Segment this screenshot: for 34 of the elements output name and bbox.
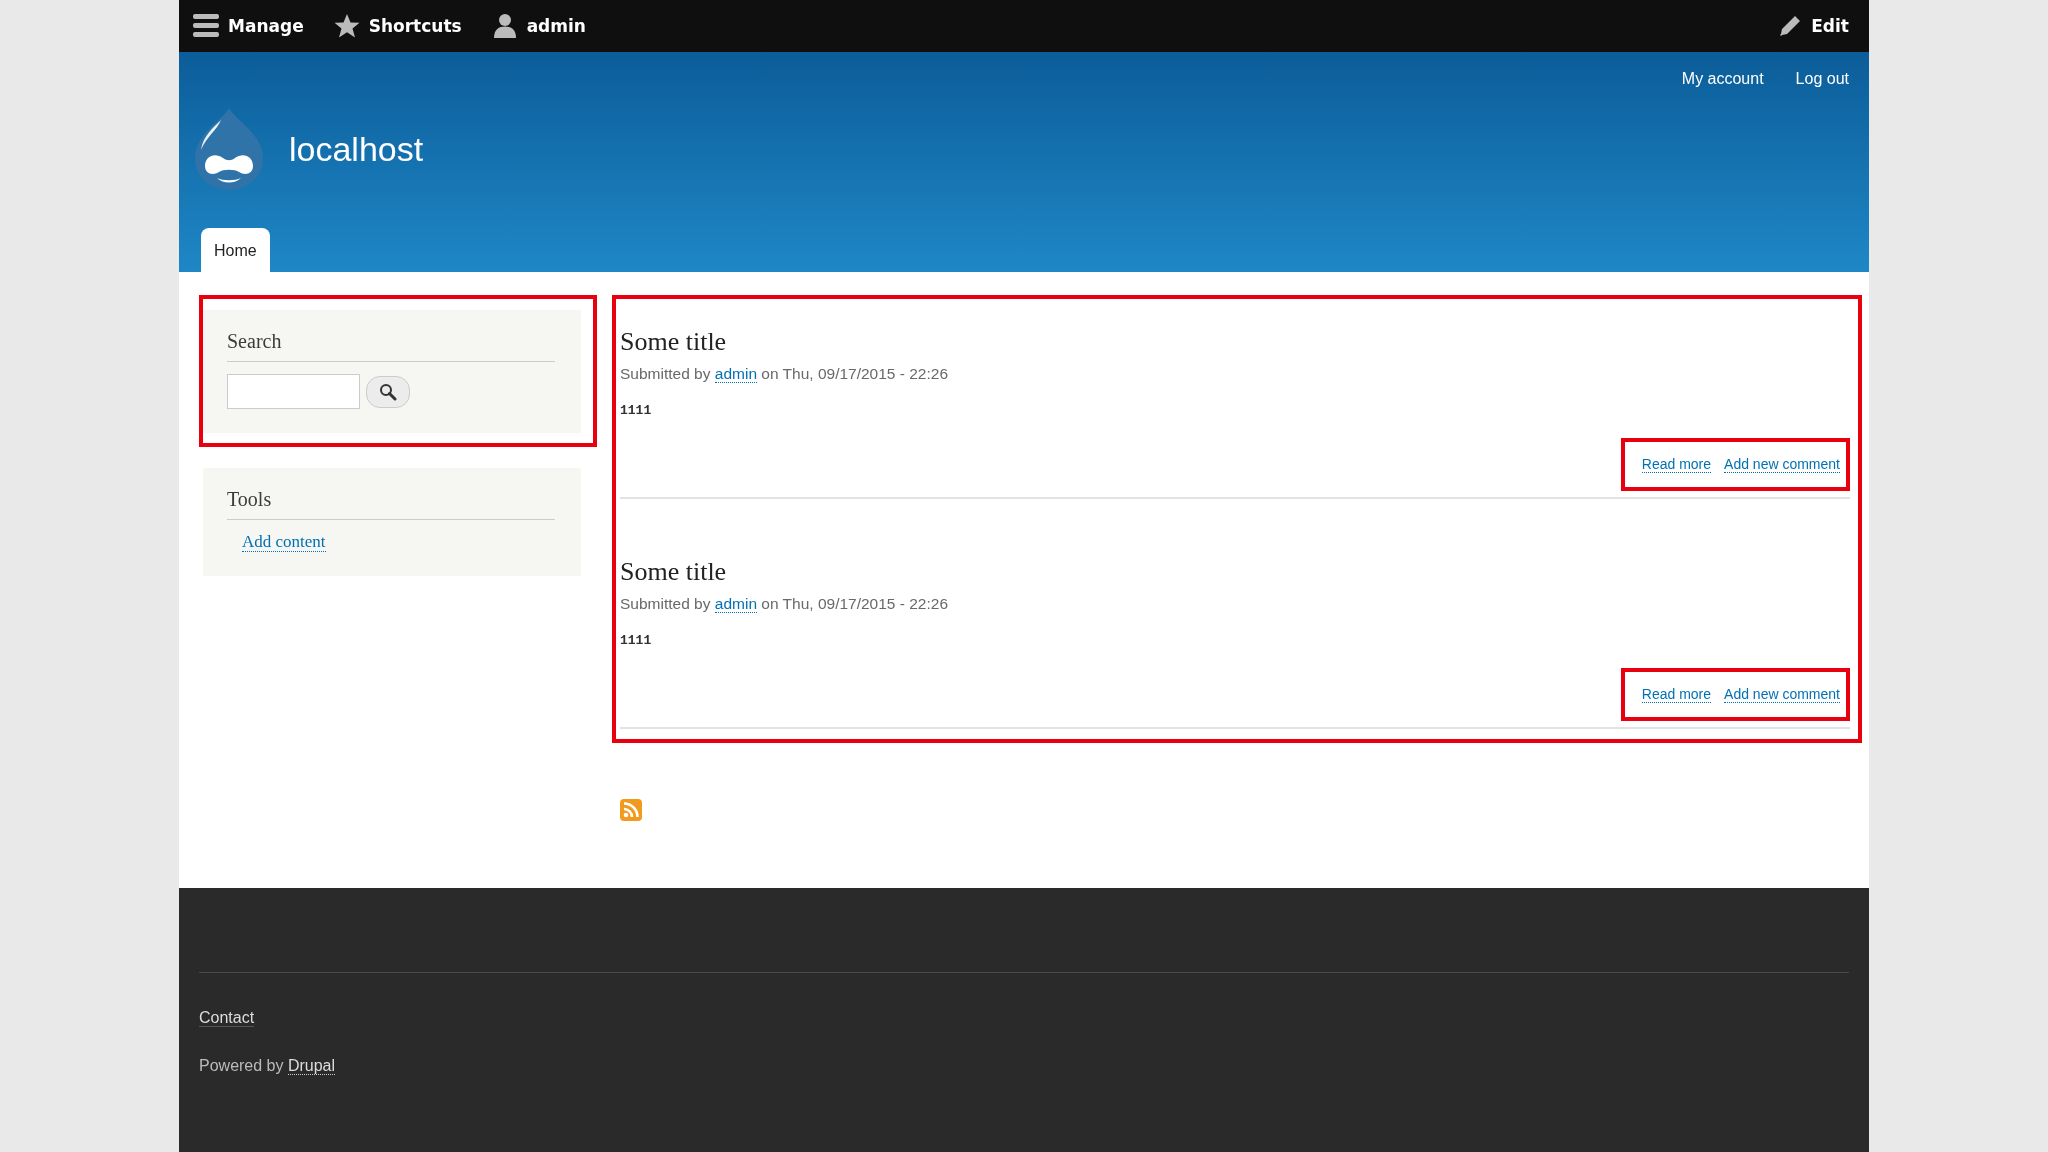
- footer-link[interactable]: Contact: [199, 1009, 255, 1027]
- account-link[interactable]: Log out: [1795, 68, 1849, 90]
- submitted-line: Submitted by admin on Thu, 09/17/2015 - 22:26: [620, 365, 950, 383]
- author-link[interactable]: admin: [714, 595, 757, 613]
- person-icon: [491, 13, 518, 39]
- article-link[interactable]: Add new comment: [1724, 686, 1840, 703]
- block-title: Search: [227, 330, 555, 362]
- powered-by-text: Powered by Drupal: [199, 1057, 337, 1075]
- star-icon: [333, 13, 360, 39]
- article-link[interactable]: Read more: [1641, 456, 1712, 473]
- rss-feed-icon[interactable]: [620, 799, 642, 821]
- toolbar-item[interactable]: Shortcuts: [325, 13, 470, 39]
- author-link[interactable]: admin: [714, 365, 757, 383]
- article-body: 1111: [620, 633, 653, 648]
- block-title: Tools: [227, 488, 555, 520]
- hamburger-icon: [193, 13, 219, 39]
- article-title[interactable]: Some title: [620, 557, 1850, 587]
- article-link[interactable]: Add new comment: [1724, 456, 1840, 473]
- search-field[interactable]: [227, 374, 360, 409]
- article-body: 1111: [620, 403, 653, 418]
- tab[interactable]: Home: [201, 228, 270, 272]
- account-link[interactable]: My account: [1681, 68, 1764, 90]
- drupal-link[interactable]: Drupal: [287, 1057, 336, 1075]
- pencil-icon: [1778, 14, 1803, 38]
- toolbar-item[interactable]: Manage: [185, 13, 312, 39]
- search-icon: [379, 382, 397, 401]
- article-title[interactable]: Some title: [620, 327, 1850, 357]
- submitted-line: Submitted by admin on Thu, 09/17/2015 - 22:26: [620, 595, 950, 613]
- article-link[interactable]: Read more: [1641, 686, 1712, 703]
- toolbar-item[interactable]: admin: [483, 13, 594, 39]
- edit-button[interactable]: Edit: [1770, 14, 1857, 38]
- block-link[interactable]: Add content: [242, 532, 326, 552]
- search-button[interactable]: [366, 375, 410, 408]
- site-name[interactable]: localhost: [289, 129, 424, 169]
